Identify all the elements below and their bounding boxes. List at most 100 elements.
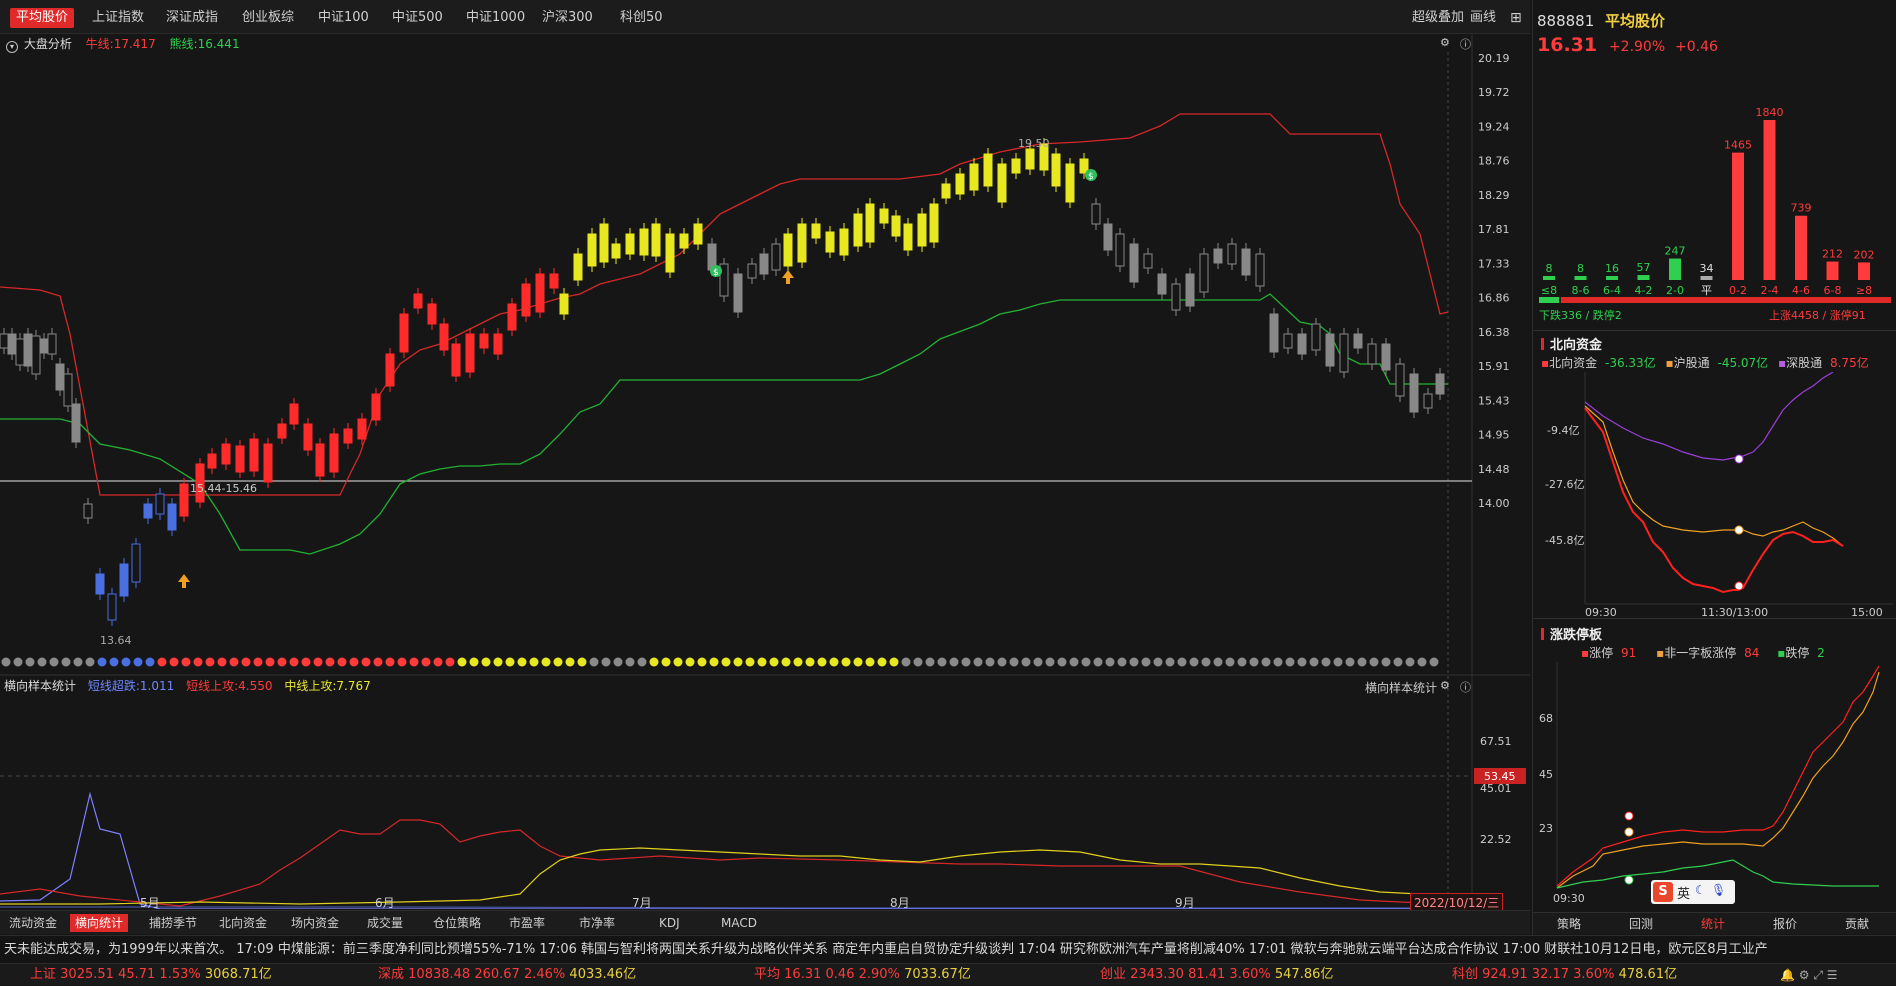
signal-dot [37,657,47,667]
signal-dot [133,657,143,667]
candle [1297,333,1307,355]
tab-chinext[interactable]: 创业板综 [236,8,300,28]
tab-star50[interactable]: 科创50 [614,8,669,28]
signal-dot [913,657,923,667]
distribution-bar-value: 16 [1605,262,1619,275]
ime-lang[interactable]: 英 [1677,883,1690,902]
candle [31,335,41,375]
mid-attack-value: 中线上攻:7.767 [284,679,371,693]
candle [63,373,73,407]
tab-csi1000[interactable]: 中证1000 [460,8,531,28]
signal-dot [13,657,23,667]
price-axis-label: 16.86 [1478,292,1510,305]
candle [611,243,621,259]
signal-dot [1045,657,1055,667]
distribution-bar-value: 202 [1854,248,1875,261]
signal-dot [745,657,755,667]
tab-macd[interactable]: MACD [716,914,762,932]
candle [1213,248,1223,264]
tab-shenzhen[interactable]: 深证成指 [160,8,224,28]
signal-dot [181,657,191,667]
tab-quote[interactable]: 报价 [1749,913,1821,935]
candle [997,163,1007,203]
candle [1423,393,1433,409]
status-icons[interactable]: 🔔 ⚙ ⤢ ☰ [1780,964,1838,986]
ime-moon-icon[interactable]: ☾ [1695,883,1706,897]
tab-csi300[interactable]: 沪深300 [536,8,599,28]
index-item-chinext[interactable]: 创业 2343.30 81.41 3.60% 547.86亿 [1100,964,1333,986]
sh-connect-label: 沪股通 [1673,356,1710,370]
ime-toolbar[interactable]: S 英 ☾ 🎙 [1651,880,1735,904]
signal-dot [973,657,983,667]
north-total-label: 北向资金 [1549,356,1598,370]
distribution-bar-label: 平 [1701,284,1712,297]
signal-dot [601,657,611,667]
candle [221,443,231,465]
tab-backtest[interactable]: 回测 [1605,913,1677,935]
candle [903,223,913,251]
sub-settings-icon[interactable]: ⚙ [1440,679,1450,692]
layout-icon[interactable]: ⊞ [1504,8,1528,28]
tab-volume[interactable]: 成交量 [362,914,408,932]
index-item-star[interactable]: 科创 924.91 32.17 3.60% 478.61亿 [1452,964,1677,986]
signal-dot [1129,657,1139,667]
distribution-bar [1700,276,1713,280]
tab-pe-ratio[interactable]: 市盈率 [504,914,550,932]
tab-statistics[interactable]: 统计 [1677,913,1749,935]
signal-dot [1057,657,1067,667]
tab-average-price[interactable]: 平均股价 [10,8,75,28]
candle [493,333,503,355]
distribution-bar-label: ≥8 [1856,284,1872,297]
index-percent: 3.60% [1573,967,1615,982]
tab-pb-ratio[interactable]: 市净率 [574,914,620,932]
price-axis-label: 19.72 [1478,86,1510,99]
ime-mic-icon[interactable]: 🎙 [1711,883,1726,897]
signal-dot [781,657,791,667]
index-item-average[interactable]: 平均 16.31 0.46 2.90% 7033.67亿 [754,964,971,986]
signal-dot [793,657,803,667]
tab-csi500[interactable]: 中证500 [386,8,449,28]
candle [303,423,313,451]
super-overlay-button[interactable]: 超级叠加 [1406,8,1470,28]
range-annotation: 15.44-15.46 [190,482,257,495]
signal-dot [193,657,203,667]
candle [891,215,901,237]
sub-indicator-name[interactable]: 横向样本统计 [4,679,76,693]
index-item-shanghai[interactable]: 上证 3025.51 45.71 1.53% 3068.71亿 [30,964,272,986]
candle [263,443,273,483]
tab-csi100[interactable]: 中证100 [312,8,375,28]
high-annotation: 19.50 [1018,137,1050,150]
sub-axis-label: 45.01 [1480,782,1512,795]
candle [1255,253,1265,287]
candle [783,233,793,267]
candle [207,453,217,469]
index-change: 260.67 [474,967,520,982]
signal-dot [1201,657,1211,667]
quote-header: 888881 平均股价 [1537,10,1665,31]
distribution-bar [1574,276,1587,280]
candle [39,338,49,354]
tab-contribution[interactable]: 贡献 [1821,913,1893,935]
news-ticker[interactable]: 天未能达成交易，为1999年以来首次。 17:09 中煤能源：前三季度净利同比预… [0,935,1896,963]
tab-position-strategy[interactable]: 仓位策略 [428,914,486,932]
candle [521,283,531,317]
sub-help-icon[interactable]: ⓘ [1460,679,1471,695]
draw-line-button[interactable]: 画线 [1464,8,1502,28]
candle [249,438,259,472]
index-item-shenzhen[interactable]: 深成 10838.48 260.67 2.46% 4033.46亿 [378,964,636,986]
signal-dot [637,657,647,667]
tab-liquidity[interactable]: 流动资金 [4,914,62,932]
tab-onfloor-funds[interactable]: 场内资金 [286,914,344,932]
signal-dot [625,657,635,667]
price-change-percent: +2.90% [1608,39,1666,55]
news-text[interactable]: 天未能达成交易，为1999年以来首次。 17:09 中煤能源：前三季度净利同比预… [0,942,1768,957]
candle [1269,313,1279,353]
tab-kdj[interactable]: KDJ [654,914,685,932]
tab-northbound[interactable]: 北向资金 [214,914,272,932]
candle [651,223,661,257]
candle [289,403,299,425]
tab-strategy[interactable]: 策略 [1533,913,1605,935]
tab-fishing-season[interactable]: 捕捞季节 [144,914,202,932]
tab-shanghai[interactable]: 上证指数 [86,8,150,28]
tab-horizontal-stats[interactable]: 横向统计 [70,914,129,932]
